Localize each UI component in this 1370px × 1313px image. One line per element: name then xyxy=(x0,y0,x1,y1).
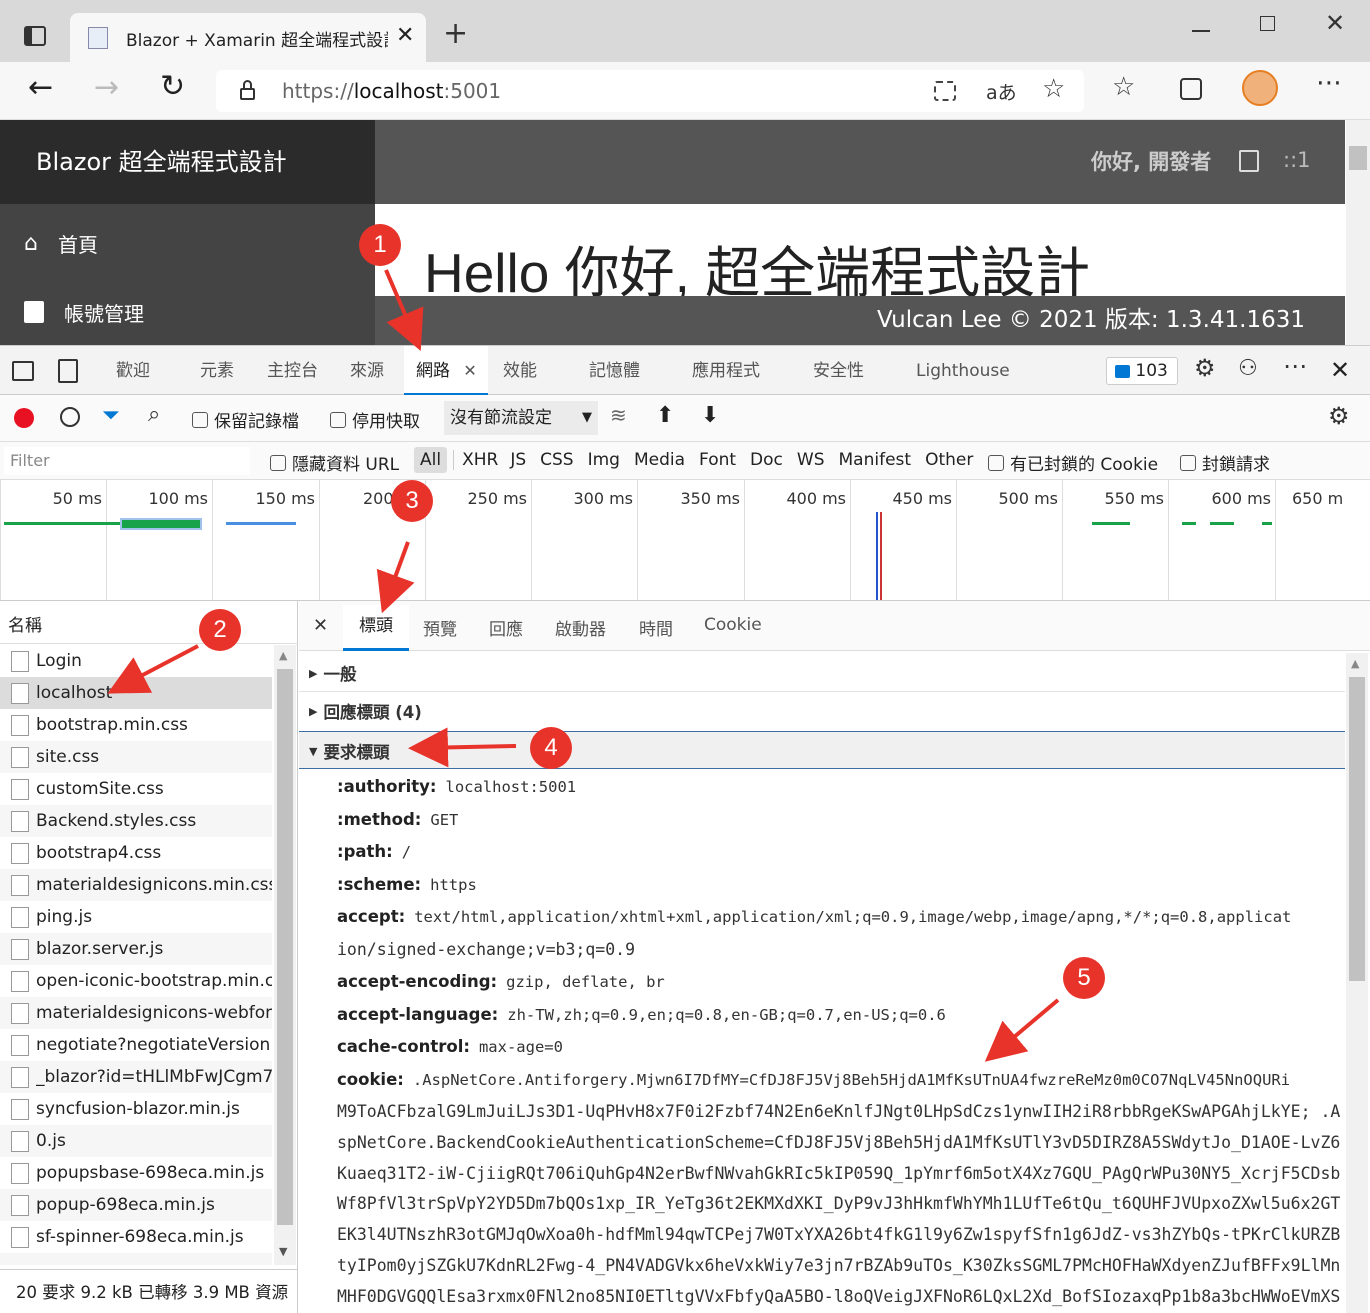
annotation-5: 5 xyxy=(1063,957,1105,999)
annotation-2: 2 xyxy=(199,609,241,651)
annotation-4: 4 xyxy=(530,727,572,769)
annotation-1: 1 xyxy=(359,224,401,266)
annotation-arrow-5 xyxy=(984,998,1060,1062)
annotation-arrows xyxy=(107,269,1060,1062)
annotation-3: 3 xyxy=(391,480,433,522)
annotation-arrow-3 xyxy=(376,541,415,614)
annotation-arrow-2 xyxy=(107,644,199,694)
annotation-arrow-1 xyxy=(384,269,424,352)
annotation-arrow-4 xyxy=(408,727,517,768)
